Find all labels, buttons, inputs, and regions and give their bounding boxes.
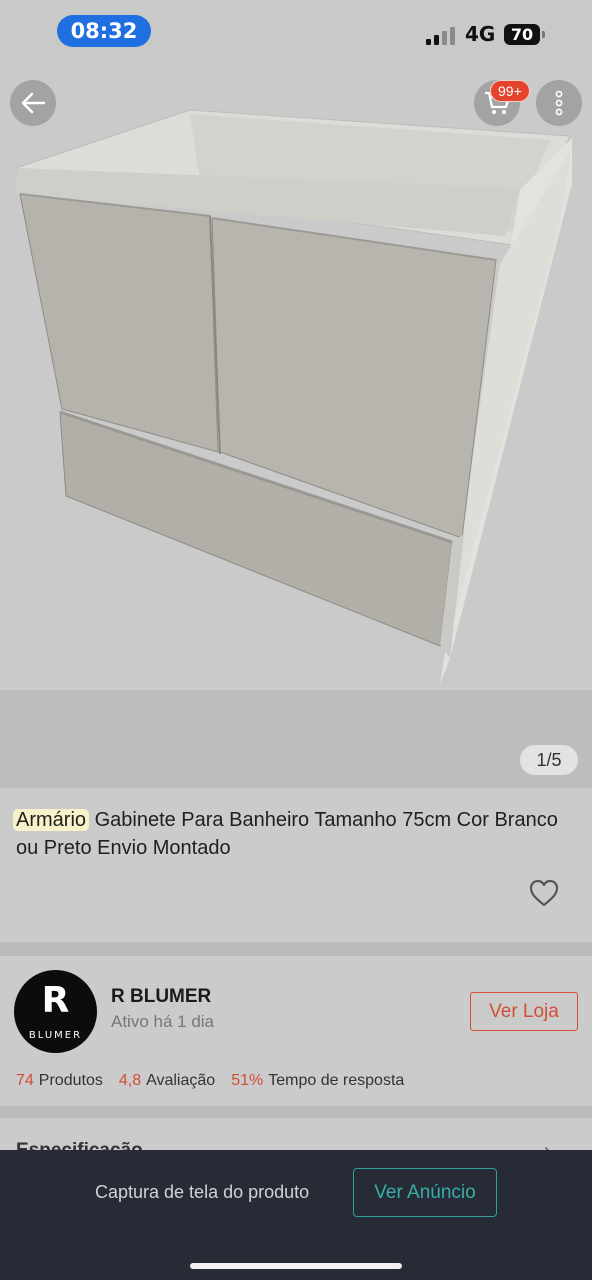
- section-divider: [0, 1106, 592, 1118]
- screenshot-caption: Captura de tela do produto: [95, 1182, 310, 1202]
- signal-icon: [426, 25, 458, 45]
- heart-icon: [529, 879, 559, 907]
- battery-icon: 70: [504, 24, 545, 45]
- section-divider: [0, 942, 592, 956]
- product-title: Armário Gabinete Para Banheiro Tamanho 7…: [13, 806, 576, 862]
- network-type: 4G: [465, 22, 496, 46]
- stat-label: Avaliação: [146, 1072, 216, 1089]
- seller-stats: 74 Produtos 4,8 Avaliação 51% Tempo de resp…: [16, 1072, 404, 1090]
- seller-card: R BLUMER R BLUMER Ativo há 1 dia Ver Loj…: [0, 956, 592, 1106]
- screenshot-bottom-bar: Captura de tela do produto Ver Anúncio: [0, 1150, 592, 1280]
- stat-rating: 4,8 Avaliação: [119, 1072, 215, 1090]
- back-button[interactable]: [10, 80, 56, 126]
- stat-label: Produtos: [38, 1072, 103, 1089]
- stat-label: Tempo de resposta: [268, 1072, 405, 1089]
- image-counter: 1/5: [520, 745, 578, 775]
- avatar[interactable]: R BLUMER: [14, 970, 97, 1053]
- seller-name[interactable]: R BLUMER: [111, 986, 211, 1008]
- stat-value: 4,8: [118, 1072, 142, 1089]
- gallery-background: [0, 690, 592, 788]
- view-listing-button[interactable]: Ver Anúncio: [353, 1168, 497, 1217]
- seller-active-status: Ativo há 1 dia: [111, 1012, 215, 1031]
- stat-response-time: 51% Tempo de resposta: [231, 1072, 404, 1090]
- more-vertical-icon: [555, 90, 563, 116]
- cabinet-illustration: [15, 109, 572, 684]
- status-bar: 08:32 4G 70: [0, 0, 592, 64]
- home-indicator[interactable]: [190, 1263, 402, 1269]
- status-time: 08:32: [57, 15, 151, 47]
- arrow-left-icon: [21, 92, 46, 114]
- more-options-button[interactable]: [536, 80, 582, 126]
- cart-count-badge: 99+: [490, 80, 530, 102]
- title-highlight: Armário: [13, 809, 90, 831]
- avatar-letter: R: [41, 980, 70, 1021]
- visit-store-button[interactable]: Ver Loja: [470, 992, 578, 1031]
- stat-value: 74: [16, 1072, 34, 1089]
- product-photo[interactable]: [0, 64, 592, 690]
- product-info: Armário Gabinete Para Banheiro Tamanho 7…: [0, 788, 592, 942]
- stat-products: 74 Produtos: [16, 1072, 103, 1090]
- stat-value: 51%: [231, 1072, 264, 1089]
- product-gallery[interactable]: [0, 64, 592, 788]
- avatar-word: BLUMER: [28, 1030, 83, 1041]
- title-text: Gabinete Para Banheiro Tamanho 75cm Cor …: [16, 809, 558, 859]
- favorite-button[interactable]: [528, 878, 560, 908]
